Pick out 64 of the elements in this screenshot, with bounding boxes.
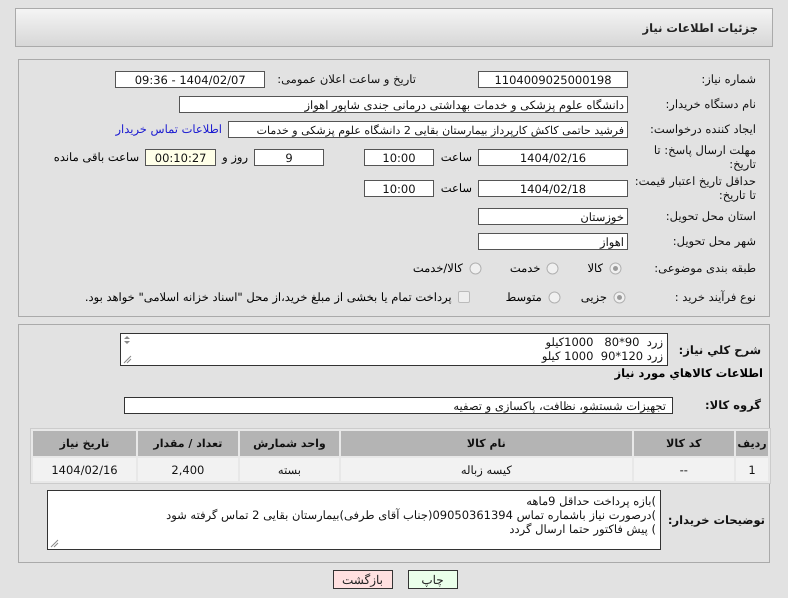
radio-button[interactable] [609,262,622,274]
buyer-contact-link[interactable]: اطلاعات تماس خریدار [115,122,222,136]
field-label: ساعت باقی مانده [54,150,140,164]
time-label: ساعت [440,150,472,164]
field-label: نوع فرآیند خرید : [674,290,757,304]
table-cell: 1 [736,458,768,481]
radio-button[interactable] [546,262,560,274]
column-header: تعداد / مقدار [138,431,238,456]
radio-label: کالا [587,261,603,275]
page-header: جزئیات اطلاعات نیاز [15,8,773,47]
table-cell: 1404/02/16 [33,458,136,481]
table-cell: کیسه زباله [341,458,632,481]
radio-label: جزیی [580,290,607,304]
field-label: شماره نیاز: [700,72,757,86]
remaining-time-field: 00:10:27 [145,148,216,166]
field-label: استان محل تحویل: [664,209,757,223]
buyer-org-field: دانشگاه علوم پزشکی و خدمات بهداشتی درمانی جندی شاپور اهواز [179,96,628,112]
announce-date-field: 1404/02/07 - 09:36 [115,70,266,88]
date-field: 1404/02/16 [478,148,628,166]
field-label: تاریخ و ساعت اعلان عمومی: [277,72,417,86]
time-field: 10:00 [364,148,434,166]
column-header: کد کالا [634,431,734,456]
back-button[interactable]: بازگشت [332,570,392,589]
field-label: مهلت ارسال پاسخ: تا تاریخ: [652,143,757,171]
checkbox-label: پرداخت تمام یا بخشی از مبلغ خرید،از محل "اسناد خزانه اسلامی" خواهد بود. [84,290,452,304]
field-label: نام دستگاه خریدار: [664,97,757,111]
print-button[interactable]: چاپ [408,570,458,589]
requester-field: فرشید حاتمی کاکش کارپرداز بیمارستان بقایی 2 دانشگاه علوم پزشکی و خدمات [228,120,628,138]
field-label: شهر محل تحویل: [672,234,757,248]
field-label: طبقه بندی موضوعی: [653,261,757,275]
field-label: حداقل تاریخ اعتبار قیمت: تا تاریخ: [634,174,757,202]
radio-button[interactable] [548,290,561,304]
field-label: توضیحات خریدار: [667,513,766,527]
scroll-arrows-icon[interactable] [122,335,132,347]
table-cell: بسته [240,458,340,481]
column-header: تاریخ نیاز [33,431,136,456]
city-field: اهواز [478,232,628,250]
days-field: 9 [254,148,324,166]
field-label: روز و [222,150,248,164]
time-field: 10:00 [364,180,434,196]
resize-handle-icon[interactable] [49,538,59,548]
column-header: ردیف [736,431,768,456]
radio-button[interactable] [468,262,482,274]
field-label: گروه کالا: [704,398,762,412]
date-field: 1404/02/18 [478,180,628,196]
field-label: شرح کلي نياز: [678,342,762,356]
radio-label: متوسط [506,290,542,304]
goods-group-field: تجهیزات شستشو، نظافت، پاکسازی و تصفیه [124,396,673,414]
radio-label: کالا/خدمت [412,261,463,275]
column-header: واحد شمارش [240,431,340,456]
section-title: اطلاعات کالاهاي مورد نياز [613,366,764,380]
province-field: خوزستان [478,208,628,224]
need-number-field: 1104009025000198 [478,70,628,88]
table-cell: 2,400 [138,458,238,481]
checkbox[interactable] [458,291,470,303]
field-label: ایجاد کننده درخواست: [649,122,757,136]
time-label: ساعت [440,181,472,195]
radio-label: خدمت [510,261,540,275]
radio-button[interactable] [613,290,626,304]
buyer-notes-area: )بازه پرداخت حداقل 9ماهه )درصورت نیاز باشماره تماس 09050361394(جناب آقای طرفی)بیمارستان بقایی 2 تماس گرفته شود ) پیش فاکتور حتما ارسال گردد [47,490,661,550]
table-cell: -- [634,458,734,481]
resize-handle-icon[interactable] [122,354,132,364]
description-area: زرد 90*80 1000کیلو زرد 120*90 1000 کیلو [120,333,668,366]
column-header: نام کالا [341,431,632,456]
